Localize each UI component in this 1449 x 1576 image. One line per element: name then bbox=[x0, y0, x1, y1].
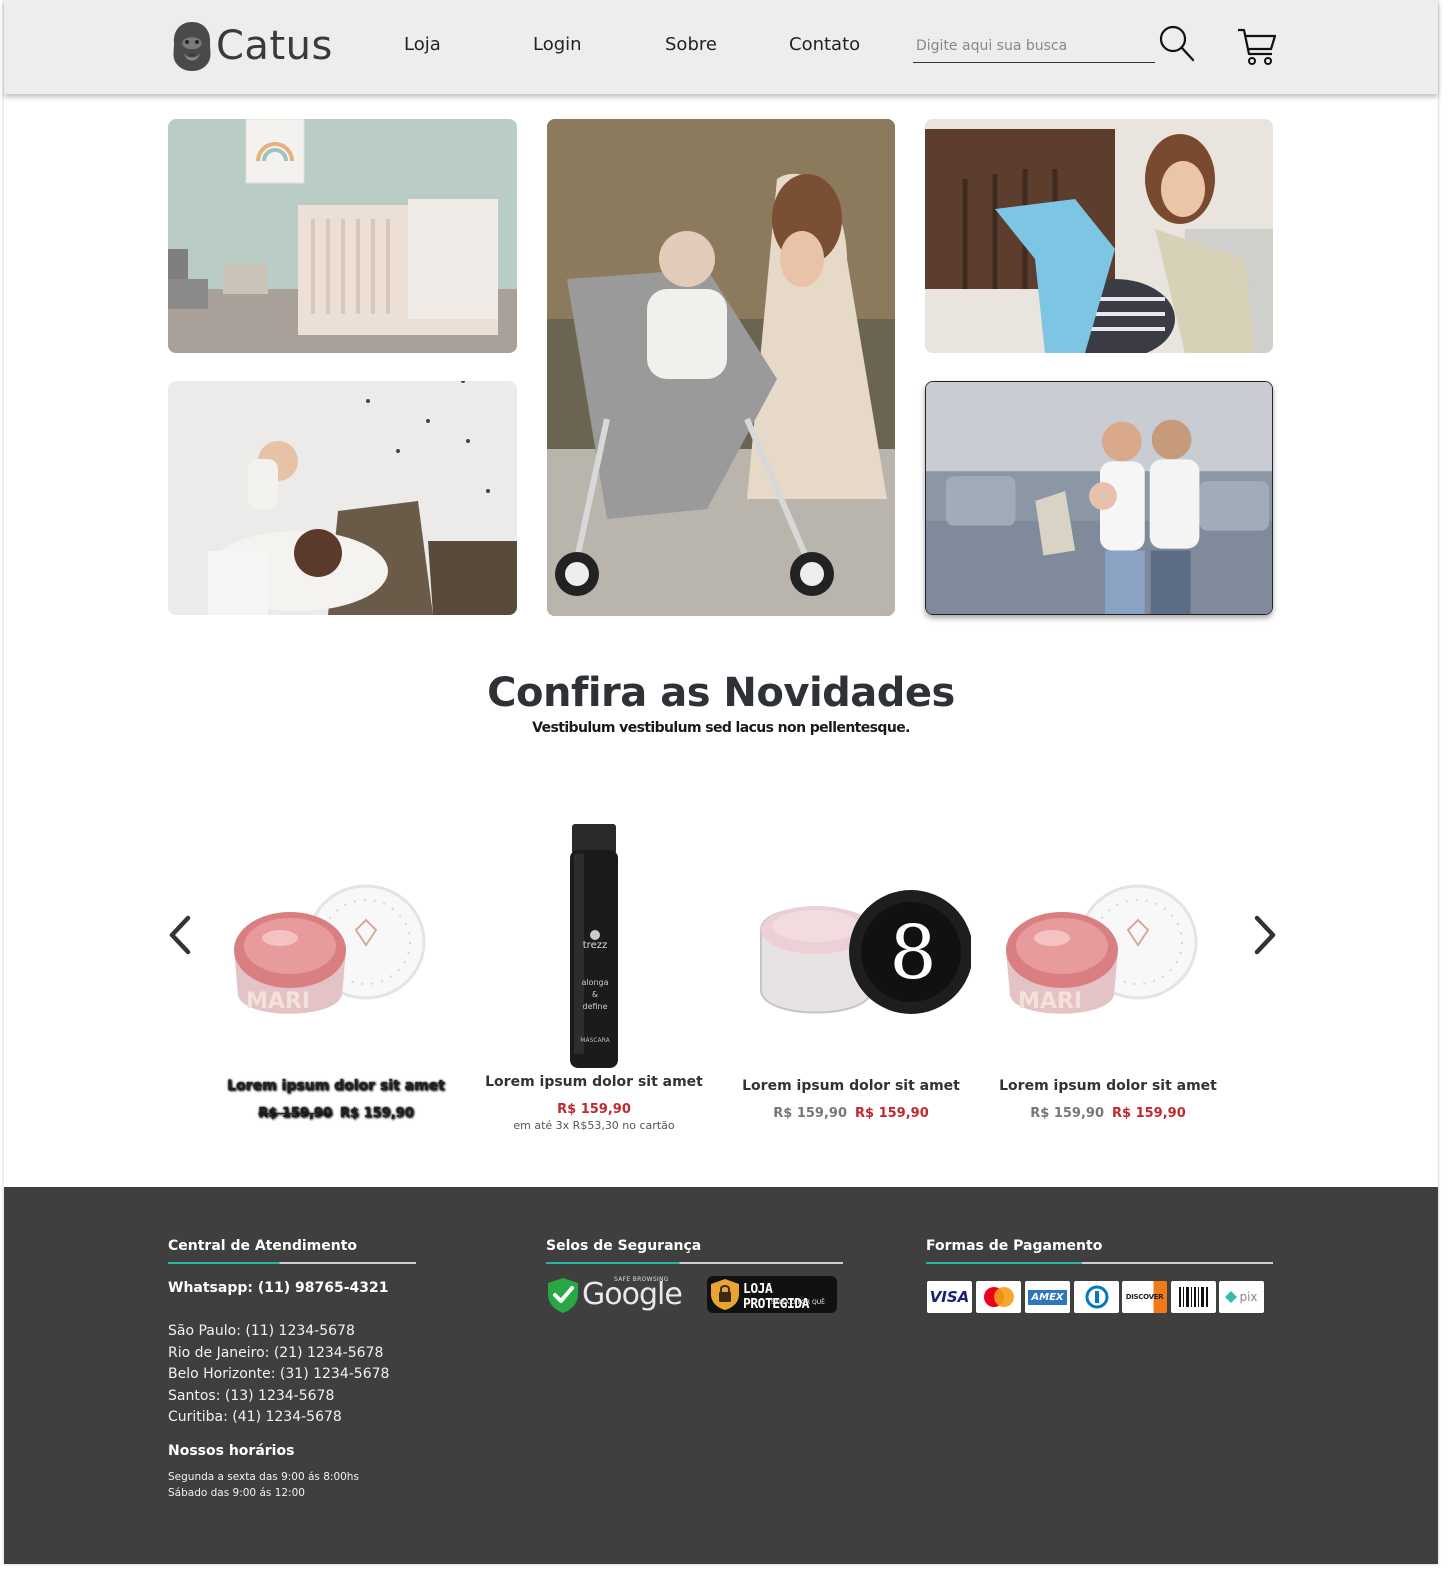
security-title: Selos de Segurança bbox=[546, 1238, 702, 1254]
product-name: Lorem ipsum dolor sit amet bbox=[999, 1078, 1217, 1094]
gallery-photo-pregnant-woman[interactable] bbox=[925, 119, 1273, 353]
news-title: Confira as Novidades bbox=[487, 670, 955, 716]
gallery-photo-family-sofa[interactable] bbox=[925, 381, 1273, 615]
barcode-icon bbox=[1178, 1287, 1208, 1307]
svg-text:alonga: alonga bbox=[581, 978, 608, 987]
amex-label: AMEX bbox=[1028, 1289, 1067, 1305]
mastercard-logo-icon bbox=[983, 1287, 1014, 1307]
product-name: Lorem ipsum dolor sit amet bbox=[227, 1078, 445, 1094]
carousel-prev-icon[interactable] bbox=[164, 910, 196, 960]
pink-cream-jar-image: 8 bbox=[760, 890, 971, 1014]
product-card[interactable]: MARI Lorem ipsum dolor sit amet R$ 159,9… bbox=[988, 820, 1228, 1140]
loja-badge-small: SAIBA O POR QUÊ bbox=[771, 1299, 825, 1306]
product-card[interactable]: trezz alonga & define MÁSCARA Lorem ipsu… bbox=[474, 820, 714, 1140]
page: Catus Loja Login Sobre Contato Digite aq… bbox=[4, 0, 1438, 1564]
pix-icon: pix bbox=[1219, 1281, 1264, 1313]
boleto-barcode-icon bbox=[1171, 1281, 1216, 1313]
product-prices: R$ 159,90 R$ 159,90 bbox=[988, 1106, 1228, 1121]
discover-label: DISCOVER bbox=[1125, 1293, 1164, 1301]
support-title: Central de Atendimento bbox=[168, 1238, 358, 1254]
news-subtitle: Vestibulum vestibulum sed lacus non pell… bbox=[532, 720, 910, 736]
product-name: Lorem ipsum dolor sit amet bbox=[485, 1074, 703, 1090]
loja-badge-text: LOJA PROTEGIDA bbox=[743, 1282, 809, 1312]
lock-shield-icon bbox=[711, 1279, 739, 1310]
svg-text:8: 8 bbox=[889, 910, 936, 996]
gallery-photo-stroller[interactable] bbox=[547, 119, 895, 616]
nursery-crib-image bbox=[168, 119, 517, 353]
nav-login[interactable]: Login bbox=[533, 34, 582, 55]
svg-text:MÁSCARA: MÁSCARA bbox=[580, 1037, 610, 1044]
hours-list: Segunda a sexta das 9:00 ás 8:00hs Sábad… bbox=[168, 1469, 359, 1501]
svg-text:MARI: MARI bbox=[1018, 989, 1082, 1014]
search-field bbox=[913, 30, 1155, 63]
pix-label: pix bbox=[1239, 1290, 1258, 1304]
search-input[interactable] bbox=[913, 30, 1155, 62]
svg-text:define: define bbox=[582, 1002, 607, 1011]
nav-contato[interactable]: Contato bbox=[789, 34, 860, 55]
product-price: R$ 159,90 bbox=[1112, 1106, 1186, 1121]
phone-item: São Paulo: (11) 1234-5678 bbox=[168, 1323, 355, 1339]
hours-item: Segunda a sexta das 9:00 ás 8:00hs bbox=[168, 1471, 359, 1483]
family-sofa-image bbox=[926, 382, 1272, 614]
product-installments: em até 3x R$53,30 no cartão bbox=[513, 1119, 675, 1132]
stroller-image bbox=[547, 119, 895, 616]
phone-item: Curitiba: (41) 1234-5678 bbox=[168, 1409, 342, 1425]
svg-text:MARI: MARI bbox=[246, 989, 310, 1014]
phone-item: Rio de Janeiro: (21) 1234-5678 bbox=[168, 1344, 384, 1361]
product-prices: R$ 159,90 R$ 159,90 bbox=[216, 1106, 456, 1121]
diners-card-icon bbox=[1074, 1281, 1119, 1313]
support-divider bbox=[168, 1262, 416, 1264]
amex-card-icon: AMEX bbox=[1025, 1281, 1070, 1313]
cart-icon[interactable] bbox=[1236, 26, 1278, 68]
svg-text:trezz: trezz bbox=[583, 940, 607, 951]
svg-text:&: & bbox=[592, 990, 598, 999]
carousel-next-icon[interactable] bbox=[1249, 910, 1281, 960]
visa-card-icon: VISA bbox=[927, 1281, 972, 1313]
product-prices: R$ 159,90 bbox=[474, 1102, 714, 1117]
pix-diamond-icon bbox=[1225, 1291, 1238, 1303]
discover-card-icon: DISCOVER bbox=[1122, 1281, 1167, 1313]
pink-glitter-pot-image: MARI bbox=[234, 884, 426, 1014]
hours-item: Sábado das 9:00 ás 12:00 bbox=[168, 1487, 305, 1499]
payment-divider bbox=[926, 1262, 1273, 1264]
whatsapp-contact[interactable]: Whatsapp: (11) 98765-4321 bbox=[168, 1280, 388, 1296]
mastercard-icon bbox=[976, 1281, 1021, 1313]
site-header: Catus Loja Login Sobre Contato bbox=[4, 0, 1438, 94]
product-old-price: R$ 159,90 bbox=[1030, 1106, 1104, 1121]
pregnant-woman-image bbox=[925, 119, 1273, 353]
phone-item: Santos: (13) 1234-5678 bbox=[168, 1387, 335, 1404]
product-name: Lorem ipsum dolor sit amet bbox=[742, 1078, 960, 1094]
hours-title: Nossos horários bbox=[168, 1443, 295, 1459]
nav-sobre[interactable]: Sobre bbox=[665, 34, 717, 55]
search-icon[interactable] bbox=[1158, 24, 1196, 64]
product-old-price: R$ 159,90 bbox=[258, 1106, 332, 1121]
visa-label: VISA bbox=[929, 1288, 970, 1306]
shield-check-icon bbox=[548, 1278, 578, 1313]
gorilla-logo-icon bbox=[173, 22, 211, 71]
google-badge-text: Google bbox=[582, 1277, 683, 1312]
product-old-price: R$ 159,90 bbox=[773, 1106, 847, 1121]
product-card[interactable]: 8 Lorem ipsum dolor sit amet R$ 159,90 R$… bbox=[731, 820, 971, 1140]
site-footer: Central de Atendimento Whatsapp: (11) 98… bbox=[4, 1187, 1438, 1564]
phone-list: São Paulo: (11) 1234-5678 Rio de Janeiro… bbox=[168, 1321, 389, 1429]
payment-title: Formas de Pagamento bbox=[926, 1238, 1103, 1254]
product-price: R$ 159,90 bbox=[557, 1102, 631, 1117]
security-divider bbox=[546, 1262, 843, 1264]
pink-glitter-pot-image: MARI bbox=[1006, 884, 1198, 1014]
black-mascara-image: trezz alonga & define MÁSCARA bbox=[570, 824, 618, 1068]
product-prices: R$ 159,90 R$ 159,90 bbox=[731, 1106, 971, 1121]
gallery-photo-nursery-crib[interactable] bbox=[168, 119, 517, 353]
brand-name: Catus bbox=[216, 23, 333, 69]
gallery-photo-mother-baby[interactable] bbox=[168, 381, 517, 615]
google-safe-browsing-badge[interactable]: SAFE BROWSING Google bbox=[546, 1275, 696, 1315]
loja-protegida-badge[interactable]: LOJA PROTEGIDA SAIBA O POR QUÊ bbox=[707, 1276, 837, 1313]
mother-baby-image bbox=[168, 381, 517, 615]
product-price: R$ 159,90 bbox=[340, 1106, 414, 1121]
product-price: R$ 159,90 bbox=[855, 1106, 929, 1121]
diners-logo-icon bbox=[1085, 1285, 1108, 1309]
product-card[interactable]: MARI Lorem ipsum dolor sit amet R$ 159,9… bbox=[216, 820, 456, 1140]
nav-loja[interactable]: Loja bbox=[404, 34, 441, 55]
brand-logo[interactable]: Catus bbox=[170, 18, 333, 74]
phone-item: Belo Horizonte: (31) 1234-5678 bbox=[168, 1366, 390, 1382]
